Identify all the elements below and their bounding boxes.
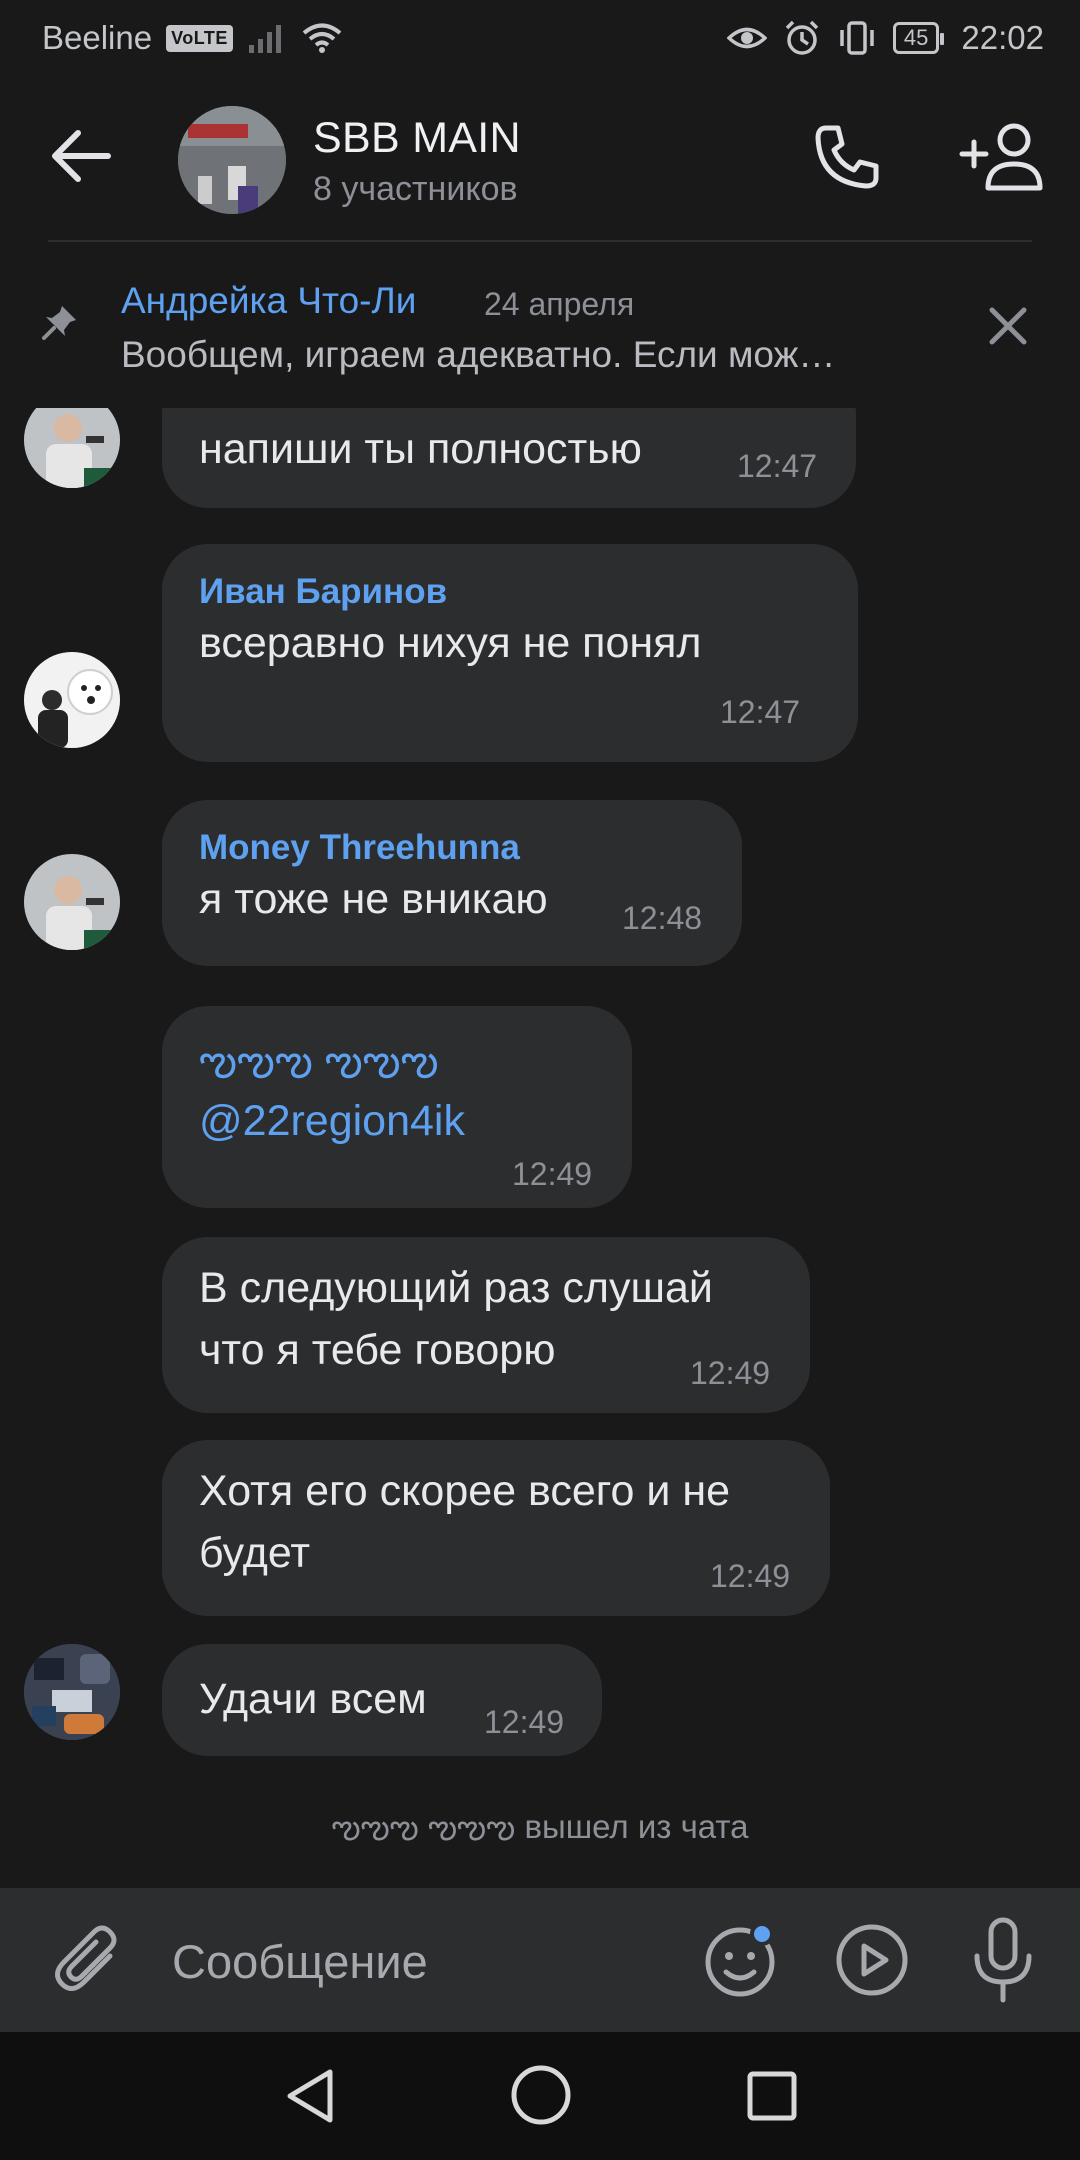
message-list[interactable]: напиши ты полностью 12:47 Иван Баринов в… [0,408,1080,1888]
message-text: В следующий раз слушай [199,1264,713,1312]
close-icon[interactable] [986,304,1030,348]
navigation-bar [0,2032,1080,2160]
pinned-message[interactable]: Андрейка Что-Ли 24 апреля Вообщем, играе… [0,242,1080,408]
system-message: ఌఌఌ ఌఌఌ вышел из чата [0,1808,1080,1854]
message-sender[interactable]: Money Threehunna [199,828,520,868]
nav-recent-icon[interactable] [742,2066,802,2126]
nav-back-icon[interactable] [280,2064,344,2128]
system-message-text: вышел из чата [524,1808,749,1845]
pin-icon [42,306,76,340]
pinned-text: Вообщем, играем адекватно. Если мож… [121,334,836,375]
avatar-image [24,652,120,748]
avatar[interactable] [24,652,120,748]
message-time: 12:48 [622,900,703,936]
paperclip-icon[interactable] [52,1922,128,1998]
message-composer [0,1888,1080,2032]
message-time: 12:49 [484,1704,565,1740]
status-left: Beeline VoLTE [42,19,727,57]
message-sender-mention[interactable]: ఌఌఌ ఌఌఌ [199,1030,439,1092]
message-text: что я тебе говорю [199,1326,556,1374]
message-time: 12:49 [690,1355,771,1391]
message-text: напиши ты полностью [199,425,642,473]
microphone-icon[interactable] [963,1916,1043,2004]
message-input[interactable] [172,1926,672,1996]
alarm-icon [785,20,819,55]
wifi-icon [302,23,342,53]
signal-icon [248,25,281,53]
chat-header: SBB MAIN 8 участников [0,76,1080,240]
chat-title[interactable]: SBB MAIN [313,114,521,163]
pinned-author: Андрейка Что-Ли [121,280,417,321]
eye-icon [726,27,767,49]
message-time: 12:49 [710,1558,791,1594]
message-bubble[interactable]: Хотя его скорее всего и не будет 12:49 [162,1440,830,1616]
message-text: будет [199,1529,311,1577]
avatar[interactable] [24,1644,120,1740]
message-time: 12:47 [720,694,801,730]
emoji-icon[interactable] [700,1920,780,2000]
avatar-image [24,408,120,488]
avatar-image [24,1644,120,1740]
carrier-name: Beeline [42,19,153,56]
chat-avatar-image [178,106,286,214]
chat-avatar[interactable] [178,106,286,214]
message-time: 12:49 [512,1156,593,1192]
message-mention-link[interactable]: @22region4ik [199,1090,465,1152]
message-sender[interactable]: Иван Баринов [199,572,447,612]
phone-icon[interactable] [808,120,884,196]
status-time: 22:02 [961,19,1044,56]
status-right: 45 22:02 [726,19,1044,57]
battery-indicator: 45 [892,22,945,54]
message-bubble[interactable]: напиши ты полностью 12:47 [162,408,856,508]
play-icon[interactable] [832,1920,912,2000]
message-bubble[interactable]: ఌఌఌ ఌఌఌ @22region4ik 12:49 [162,1006,632,1208]
volte-badge: VoLTE [166,24,233,52]
avatar[interactable] [24,408,120,488]
pinned-date: 24 апреля [484,286,635,322]
message-text: я тоже не вникаю [199,875,548,923]
message-text: Хотя его скорее всего и не [199,1467,731,1515]
message-bubble[interactable]: Money Threehunna я тоже не вникаю 12:48 [162,800,742,966]
nav-home-icon[interactable] [508,2062,574,2128]
chat-member-count[interactable]: 8 участников [313,170,518,209]
add-user-icon[interactable] [956,120,1046,196]
message-bubble[interactable]: Удачи всем 12:49 [162,1644,602,1756]
arrow-left-icon[interactable] [46,126,116,186]
vibrate-icon [840,21,874,55]
message-bubble[interactable]: Иван Баринов всеравно нихуя не понял 12:… [162,544,858,762]
message-text: Удачи всем [199,1675,427,1723]
message-time: 12:47 [737,448,818,484]
message-bubble[interactable]: В следующий раз слушай что я тебе говорю… [162,1237,810,1413]
avatar[interactable] [24,854,120,950]
status-bar: Beeline VoLTE 45 22:02 [0,0,1080,76]
app-screen: Beeline VoLTE 45 22:02 SBB MAIN 8 участн… [0,0,1080,2160]
system-message-name[interactable]: ఌఌఌ ఌఌఌ [331,1808,515,1845]
avatar-image [24,854,120,950]
message-text: всеравно нихуя не понял [199,619,702,667]
